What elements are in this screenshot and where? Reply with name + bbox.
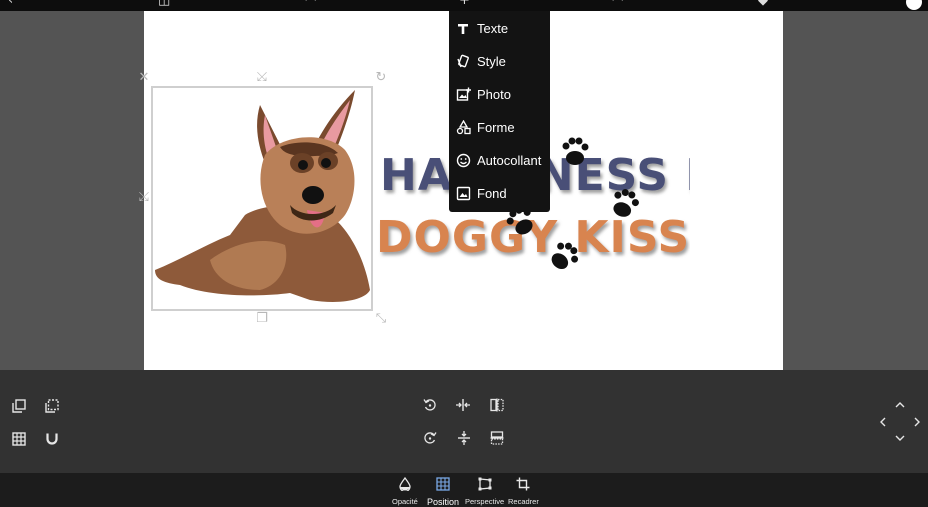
menu-item-autocollant[interactable]: Autocollant <box>449 144 550 177</box>
bottom-nav: Opacité Position Perspective Recadrer <box>0 473 928 507</box>
duplicate-handle-icon[interactable]: ❐ <box>255 312 269 326</box>
save-icon[interactable]: ◆ <box>758 0 768 8</box>
menu-item-label: Forme <box>477 120 515 135</box>
magnet-icon[interactable] <box>43 430 61 448</box>
duplicate-layer-icon[interactable] <box>10 397 28 415</box>
menu-item-label: Autocollant <box>477 153 542 168</box>
add-photo-icon <box>449 87 477 102</box>
text-icon <box>449 22 477 36</box>
center-vertical-icon[interactable] <box>455 429 473 447</box>
layers-icon[interactable]: ◫ <box>158 0 170 8</box>
tab-label: Position <box>427 497 460 507</box>
nudge-up-icon[interactable] <box>891 396 909 414</box>
undo-icon[interactable]: ◠ <box>305 0 316 8</box>
tab-label: Perspective <box>465 497 505 506</box>
menu-item-style[interactable]: Style <box>449 45 550 78</box>
tab-position[interactable]: Position <box>427 476 459 507</box>
nudge-left-icon[interactable] <box>874 413 892 431</box>
tab-perspective[interactable]: Perspective <box>465 476 504 506</box>
nudge-right-icon[interactable] <box>908 413 926 431</box>
flip-vertical-icon[interactable] <box>488 429 506 447</box>
nudge-down-icon[interactable] <box>891 429 909 447</box>
tab-label: Recadrer <box>508 497 539 506</box>
redo-icon[interactable]: ◠ <box>612 0 623 8</box>
sticker-icon <box>449 153 477 168</box>
center-horizontal-icon[interactable] <box>454 396 472 414</box>
add-element-menu: Texte Style Photo Forme Autocollant Fond <box>449 11 550 212</box>
help-icon[interactable] <box>906 0 922 10</box>
selection-box[interactable] <box>151 86 373 311</box>
scale-horizontal-handle-icon[interactable]: ⤩ <box>137 191 151 205</box>
opacity-icon <box>398 476 412 495</box>
crop-icon <box>516 476 530 495</box>
shapes-icon <box>449 120 477 135</box>
design-text-line2: DOGGY KISSES <box>376 212 690 263</box>
menu-item-label: Photo <box>477 87 511 102</box>
tab-recadrer[interactable]: Recadrer <box>508 476 539 506</box>
app-screen: ‹ ◫ ◠ + ◠ ◆ HAPPINESS IS DOGGY KISSES <box>0 0 928 507</box>
menu-item-forme[interactable]: Forme <box>449 111 550 144</box>
style-icon <box>449 54 477 69</box>
delete-handle-icon[interactable]: ✕ <box>137 71 151 85</box>
flip-horizontal-icon[interactable] <box>488 396 506 414</box>
menu-item-label: Style <box>477 54 506 69</box>
rotate-left-icon[interactable] <box>421 396 439 414</box>
back-icon[interactable]: ‹ <box>8 0 13 8</box>
rotate-right-icon[interactable] <box>421 429 439 447</box>
position-tool-panel <box>0 370 928 473</box>
grid-icon[interactable] <box>10 430 28 448</box>
position-grid-icon <box>436 476 450 495</box>
background-icon <box>449 186 477 201</box>
menu-item-label: Texte <box>477 21 509 36</box>
add-icon[interactable]: + <box>459 0 470 8</box>
tab-opacite[interactable]: Opacité <box>392 476 418 506</box>
top-toolbar: ‹ ◫ ◠ + ◠ ◆ <box>0 0 928 11</box>
resize-handle-icon[interactable]: ⤡ <box>374 312 388 326</box>
menu-item-texte[interactable]: Texte <box>449 12 550 45</box>
menu-item-fond[interactable]: Fond <box>449 177 550 210</box>
tab-label: Opacité <box>392 497 418 506</box>
menu-item-photo[interactable]: Photo <box>449 78 550 111</box>
rotate-handle-icon[interactable]: ↻ <box>374 71 388 85</box>
menu-item-label: Fond <box>477 186 507 201</box>
layer-select-icon[interactable] <box>43 397 61 415</box>
perspective-icon <box>477 476 493 495</box>
scale-vertical-handle-icon[interactable]: ⤩ <box>255 71 269 85</box>
